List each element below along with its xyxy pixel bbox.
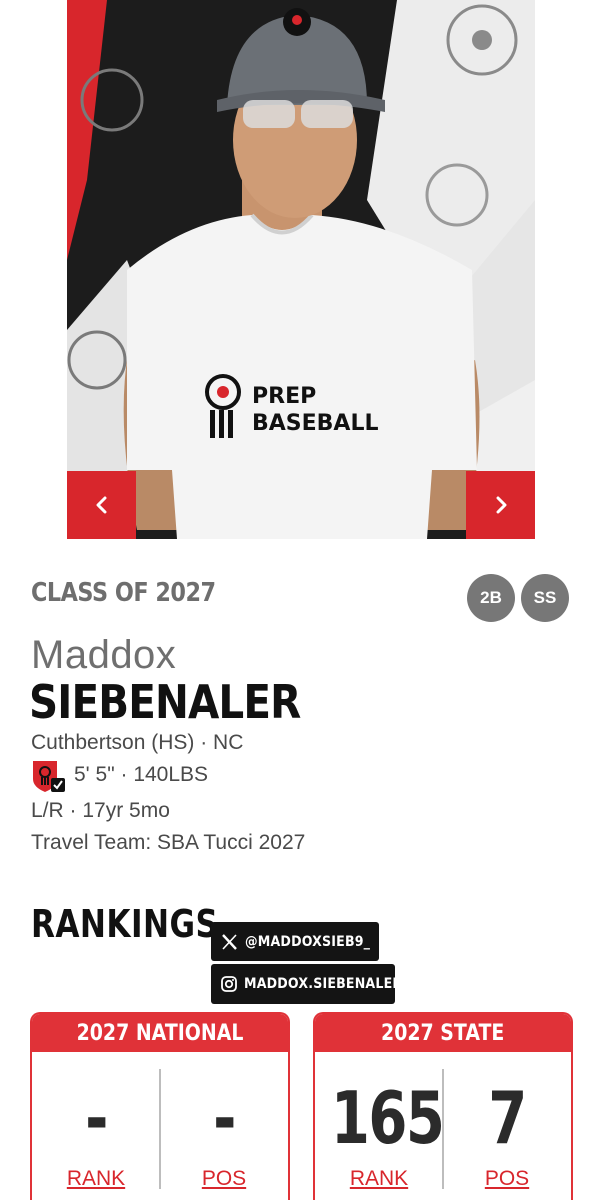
shirt-logo-line-1: PREP	[252, 384, 316, 409]
national-ranking-card: 2027 NATIONAL - RANK - POS	[30, 1012, 290, 1200]
national-rank-value: -	[85, 1076, 108, 1160]
state-pos-cell: 7 POS	[443, 1054, 571, 1200]
player-photo: PREP BASEBALL	[67, 0, 535, 539]
state-pos-link[interactable]: POS	[443, 1167, 571, 1191]
chevron-right-icon	[496, 496, 506, 514]
national-pos-cell: - POS	[160, 1054, 288, 1200]
school-state: Cuthbertson (HS) · NC	[31, 731, 244, 754]
shirt-logo-line-2: BASEBALL	[252, 411, 379, 436]
player-last-name: SIEBENALER	[29, 675, 301, 729]
position-badge-2b: 2B	[467, 574, 515, 622]
rankings-heading: RANKINGS	[31, 902, 219, 946]
position-badge-ss: SS	[521, 574, 569, 622]
travel-team: Travel Team: SBA Tucci 2027	[31, 831, 306, 854]
state-ranking-card: 2027 STATE 165 RANK 7 POS	[313, 1012, 573, 1200]
national-ranking-title: 2027 NATIONAL	[76, 1020, 244, 1046]
carousel-prev-button[interactable]	[67, 471, 136, 539]
verified-shield-icon	[30, 759, 66, 793]
state-rank-value: 165	[330, 1076, 445, 1160]
national-ranking-header: 2027 NATIONAL	[32, 1014, 288, 1052]
national-pos-value: -	[213, 1076, 236, 1160]
instagram-logo-icon	[221, 976, 237, 992]
player-first-name: Maddox	[31, 633, 177, 677]
state-pos-value: 7	[488, 1076, 527, 1160]
national-pos-link[interactable]: POS	[160, 1167, 288, 1191]
carousel-next-button[interactable]	[466, 471, 535, 539]
x-handle-text: @MADDOXSIEB9_	[245, 933, 371, 950]
state-ranking-header: 2027 STATE	[315, 1014, 571, 1052]
chevron-left-icon	[96, 496, 106, 514]
state-rank-link[interactable]: RANK	[315, 1167, 443, 1191]
height-weight: 5' 5" · 140LBS	[74, 763, 209, 786]
state-rank-cell: 165 RANK	[315, 1054, 445, 1200]
state-ranking-title: 2027 STATE	[381, 1020, 505, 1046]
x-logo-icon	[221, 933, 238, 950]
bats-throws-age: L/R · 17yr 5mo	[31, 799, 170, 822]
national-rank-cell: - RANK	[32, 1054, 160, 1200]
instagram-handle-tag[interactable]: MADDOX.SIEBENALER	[211, 964, 402, 1004]
x-handle-tag[interactable]: @MADDOXSIEB9_	[211, 922, 379, 961]
national-rank-link[interactable]: RANK	[32, 1167, 160, 1191]
class-of-label: CLASS OF 2027	[31, 578, 216, 608]
instagram-handle-text: MADDOX.SIEBENALER	[244, 976, 403, 992]
player-photo-carousel: PREP BASEBALL	[67, 0, 535, 539]
